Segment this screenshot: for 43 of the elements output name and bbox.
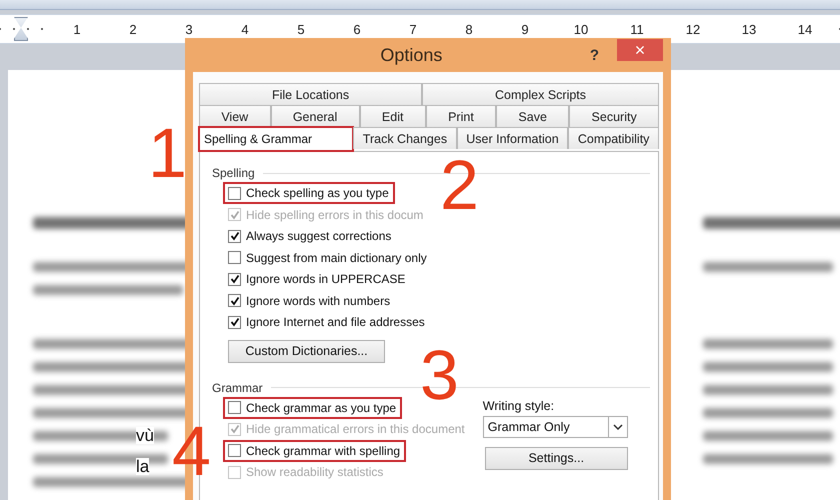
close-button[interactable]: × <box>617 39 663 61</box>
checkbox[interactable] <box>228 230 241 242</box>
checkbox-option[interactable]: Check grammar as you type <box>225 398 400 416</box>
settings-button[interactable]: Settings... <box>484 446 628 470</box>
step-number: 1 <box>148 118 187 188</box>
window-title: Options <box>379 44 444 66</box>
checkbox-option[interactable]: Ignore Internet and file addresses <box>225 313 429 331</box>
help-button[interactable]: ? <box>590 46 599 64</box>
tab[interactable]: Complex Scripts <box>422 83 659 105</box>
tab[interactable]: User Information <box>456 127 568 149</box>
checkbox[interactable] <box>228 272 241 286</box>
tab[interactable]: Save <box>496 105 570 127</box>
document-text: vù <box>136 427 154 444</box>
tab[interactable]: Print <box>426 105 496 127</box>
checkbox-option[interactable]: Always suggest corrections <box>225 227 396 245</box>
writing-style-dropdown[interactable]: Grammar Only <box>482 416 628 438</box>
checkbox[interactable] <box>228 401 241 414</box>
tab[interactable]: Track Changes <box>353 127 457 149</box>
tab[interactable]: File Locations <box>199 83 422 105</box>
section-heading: Spelling <box>212 166 255 180</box>
tab[interactable]: Edit <box>360 105 426 127</box>
checkbox-option[interactable]: Check spelling as you type <box>225 184 393 202</box>
step-number: 3 <box>420 340 459 410</box>
checkbox[interactable] <box>228 251 241 264</box>
tab[interactable]: Compatibility <box>568 127 660 149</box>
step-number: 2 <box>440 150 479 220</box>
indent-marker-icon[interactable] <box>14 17 28 41</box>
writing-style-label: Writing style: <box>482 398 556 412</box>
checkbox[interactable] <box>228 294 241 307</box>
tab[interactable]: View <box>199 105 270 127</box>
checkbox[interactable] <box>228 316 241 328</box>
tab[interactable]: Security <box>569 105 660 127</box>
document-text: la <box>136 458 150 475</box>
custom-dictionaries-button[interactable]: Custom Dictionaries... <box>228 340 385 362</box>
checkbox-option[interactable]: Ignore words in UPPERCASE <box>225 270 410 288</box>
checkbox-option[interactable]: Suggest from main dictionary only <box>225 248 431 266</box>
checkbox-option[interactable]: Check grammar with spelling <box>225 442 404 460</box>
checkbox[interactable] <box>228 186 241 200</box>
section-heading: Grammar <box>212 380 263 394</box>
checkbox[interactable] <box>228 444 241 457</box>
tab[interactable]: General <box>270 105 360 127</box>
checkbox-option[interactable]: Ignore words with numbers <box>225 292 394 310</box>
tab[interactable]: Spelling & Grammar <box>199 127 354 151</box>
